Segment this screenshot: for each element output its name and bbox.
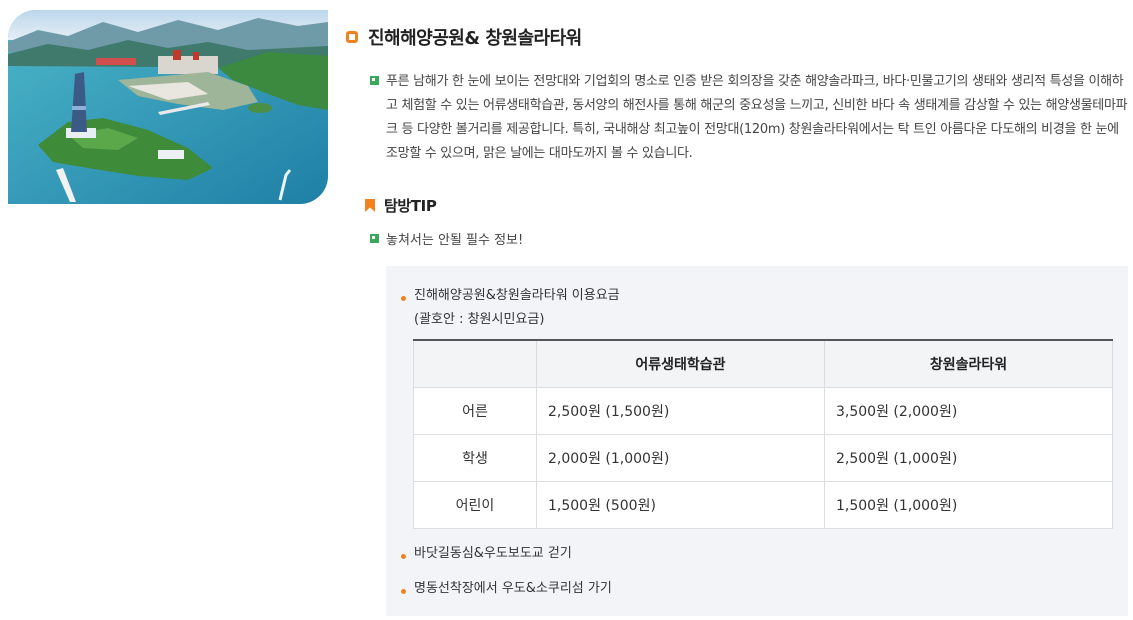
list-item-text: 명동선착장에서 우도&소쿠리섬 가기 [414,581,612,596]
description-block: 푸른 남해가 한 눈에 보이는 전망대와 기업회의 명소로 인증 받은 회의장을… [370,70,1130,166]
list-item: 바닷길동심&우도보도교 걷기 [401,546,572,566]
tip-note: 놓쳐서는 안될 필수 정보! [370,229,523,248]
section-title-text: 진해해양공원& 창원솔라타워 [368,28,582,49]
fee-table: 어류생태학습관 창원솔라타워 어른 2,500원 (1,500원) 3,500원… [413,339,1113,529]
table-header-empty [413,339,537,388]
orange-dot-icon [401,554,406,559]
park-photo [8,10,328,204]
table-header-tower: 창원솔라타워 [824,339,1113,388]
list-item-text: 바닷길동심&우도보도교 걷기 [414,546,572,561]
table-row: 어른 2,500원 (1,500원) 3,500원 (2,000원) [413,386,1113,435]
tip-heading: 탐방TIP [365,195,437,216]
green-bullet-icon [370,234,379,243]
fee-info-item: 진해해양공원&창원솔라타워 이용요금 (괄호안 : 창원시민요금) [401,288,620,332]
tower-fee: 1,500원 (1,000원) [824,480,1113,529]
orange-dot-icon [401,296,406,301]
description-text: 푸른 남해가 한 눈에 보이는 전망대와 기업회의 명소로 인증 받은 회의장을… [386,74,1128,161]
fish-fee: 2,500원 (1,500원) [536,386,825,435]
aerial-coast-image [8,10,328,204]
info-box: 진해해양공원&창원솔라타워 이용요금 (괄호안 : 창원시민요금) 어류생태학습… [386,266,1128,616]
table-row: 어린이 1,500원 (500원) 1,500원 (1,000원) [413,480,1113,529]
fee-subtitle: (괄호안 : 창원시민요금) [414,312,545,327]
table-header-fish: 어류생태학습관 [536,339,825,388]
fish-fee: 1,500원 (500원) [536,480,825,529]
tower-fee: 2,500원 (1,000원) [824,433,1113,482]
bookmark-flag-icon [365,199,375,212]
table-header-row: 어류생태학습관 창원솔라타워 [413,339,1113,388]
row-label: 어린이 [413,480,537,529]
row-label: 학생 [413,433,537,482]
square-bullet-icon [346,31,358,43]
green-bullet-icon [370,76,379,85]
fish-fee: 2,000원 (1,000원) [536,433,825,482]
table-row: 학생 2,000원 (1,000원) 2,500원 (1,000원) [413,433,1113,482]
row-label: 어른 [413,386,537,435]
section-title: 진해해양공원& 창원솔라타워 [346,24,582,50]
list-item: 명동선착장에서 우도&소쿠리섬 가기 [401,581,612,601]
orange-dot-icon [401,589,406,594]
tip-note-text: 놓쳐서는 안될 필수 정보! [386,233,524,248]
tip-heading-text: 탐방TIP [384,197,437,215]
tower-fee: 3,500원 (2,000원) [824,386,1113,435]
fee-title: 진해해양공원&창원솔라타워 이용요금 [414,288,620,303]
